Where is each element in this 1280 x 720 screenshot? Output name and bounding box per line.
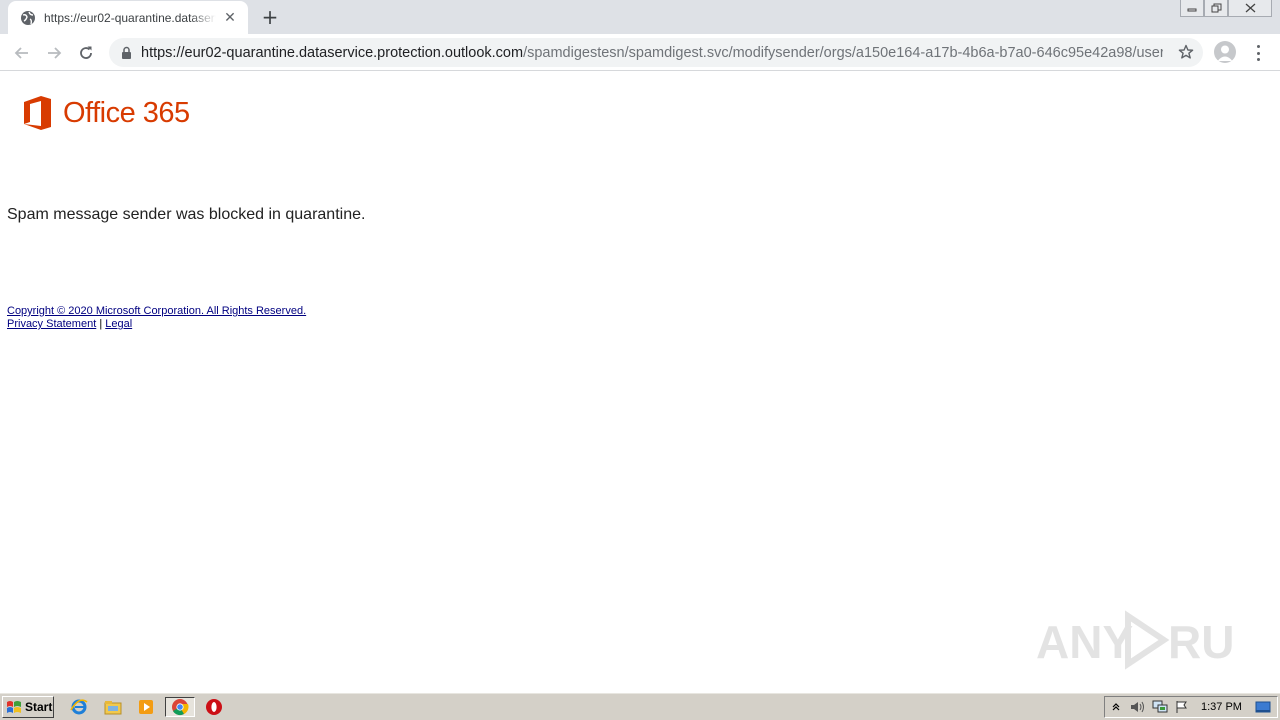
tab-close-icon[interactable]: ✕ [222, 10, 238, 26]
window-close-button[interactable] [1228, 0, 1272, 17]
windows-taskbar: Start 1:37 PM [0, 692, 1280, 720]
page-footer: Copyright © 2020 Microsoft Corporation. … [7, 305, 306, 331]
address-bar[interactable]: https://eur02-quarantine.dataservice.pro… [109, 38, 1203, 67]
back-button[interactable] [8, 39, 36, 67]
browser-tab-strip: https://eur02-quarantine.dataservice.pro… [0, 0, 1280, 34]
profile-avatar-icon[interactable] [1214, 41, 1236, 63]
minimize-button[interactable] [1180, 0, 1204, 17]
start-button[interactable]: Start [2, 696, 54, 718]
url-path: /spamdigestesn/spamdigest.svc/modifysend… [523, 44, 1163, 61]
system-tray: 1:37 PM [1104, 696, 1278, 718]
tab-title: https://eur02-quarantine.dataservice.pro… [44, 10, 216, 25]
url-host: https://eur02-quarantine.dataservice.pro… [141, 44, 524, 61]
legal-link[interactable]: Legal [105, 318, 132, 330]
copyright-link[interactable]: Copyright © 2020 Microsoft Corporation. … [7, 305, 306, 317]
browser-tab-active[interactable]: https://eur02-quarantine.dataservice.pro… [8, 1, 248, 34]
globe-icon [20, 10, 36, 26]
internet-explorer-icon[interactable] [68, 697, 90, 717]
file-explorer-icon[interactable] [102, 697, 124, 717]
browser-toolbar: https://eur02-quarantine.dataservice.pro… [0, 34, 1280, 71]
reload-icon [80, 46, 92, 59]
show-desktop-icon[interactable] [1252, 698, 1274, 716]
svg-text:RUN: RUN [1168, 616, 1236, 668]
brand-name: Office 365 [63, 96, 190, 129]
opera-icon[interactable] [203, 697, 225, 717]
action-center-flag-icon[interactable] [1171, 698, 1193, 716]
anyrun-watermark-logo: ANY RUN [1036, 608, 1236, 672]
windows-flag-icon [7, 700, 21, 713]
office-365-logo: Office 365 [22, 95, 190, 131]
page-content: Office 365 Spam message sender was block… [0, 72, 1280, 692]
network-icon[interactable] [1149, 698, 1171, 716]
footer-separator: | [99, 318, 103, 330]
bookmark-star-icon[interactable] [1177, 43, 1195, 61]
url-text[interactable]: https://eur02-quarantine.dataservice.pro… [141, 45, 1163, 61]
lock-icon[interactable] [119, 46, 133, 60]
new-tab-button[interactable]: + [258, 6, 282, 28]
status-message: Spam message sender was blocked in quara… [7, 206, 366, 223]
office-logo-icon [24, 96, 51, 130]
chrome-icon[interactable] [165, 697, 195, 717]
taskbar-clock[interactable]: 1:37 PM [1201, 701, 1242, 713]
reload-button[interactable] [72, 39, 100, 67]
show-hidden-icons-chevron-icon[interactable] [1105, 698, 1127, 716]
window-controls [1180, 0, 1272, 17]
forward-button[interactable] [40, 39, 68, 67]
browser-menu-icon[interactable] [1250, 43, 1266, 63]
svg-text:ANY: ANY [1036, 616, 1133, 668]
restore-button[interactable] [1204, 0, 1228, 17]
start-label: Start [25, 700, 53, 714]
forward-arrow-icon [48, 47, 62, 59]
volume-icon[interactable] [1127, 698, 1149, 716]
back-arrow-icon [14, 47, 28, 59]
privacy-statement-link[interactable]: Privacy Statement [7, 318, 96, 330]
media-player-icon[interactable] [135, 697, 157, 717]
